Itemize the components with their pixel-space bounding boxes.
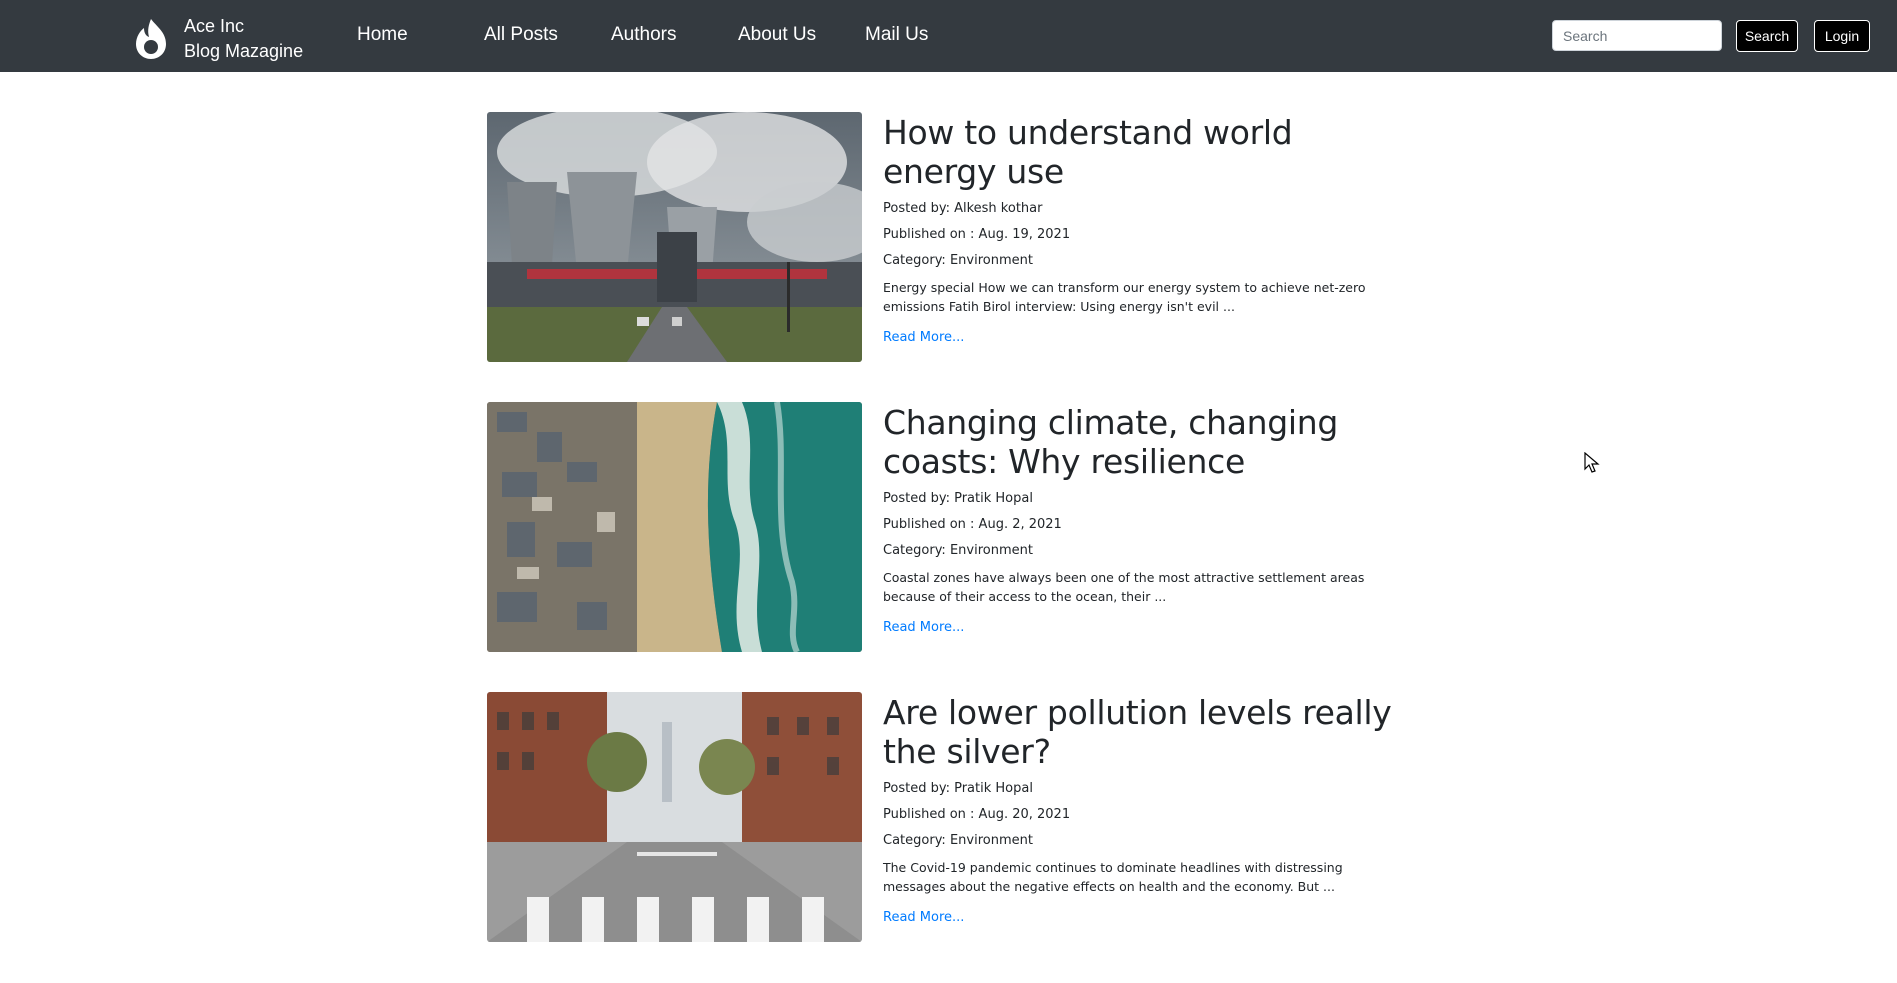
power-plant-image — [487, 112, 862, 362]
post-excerpt: Energy special How we can transform our … — [883, 280, 1366, 314]
nav-mail-us[interactable]: Mail Us — [865, 24, 928, 46]
post-excerpt: Coastal zones have always been one of th… — [883, 570, 1365, 604]
post-date: Published on : Aug. 19, 2021 — [883, 227, 1071, 242]
read-more-link[interactable]: Read More... — [883, 330, 964, 345]
post-thumbnail-coast[interactable] — [487, 402, 862, 652]
post-thumbnail-street[interactable] — [487, 692, 862, 942]
post-title[interactable]: How to understand world energy use — [883, 113, 1397, 191]
nav-authors[interactable]: Authors — [611, 24, 676, 46]
post-card: Are lower pollution levels really the si… — [487, 692, 1397, 942]
post-date: Published on : Aug. 20, 2021 — [883, 807, 1071, 822]
post-body: Changing climate, changing coasts: Why r… — [883, 402, 1397, 636]
mouse-cursor-icon — [1584, 452, 1600, 473]
brand-link[interactable]: Ace Inc Blog Mazagine — [132, 14, 303, 64]
post-author: Posted by: Alkesh kothar — [883, 201, 1043, 216]
post-category: Category: Environment — [883, 833, 1033, 848]
post-thumbnail-power-plant[interactable] — [487, 112, 862, 362]
post-author: Posted by: Pratik Hopal — [883, 491, 1033, 506]
post-title[interactable]: Are lower pollution levels really the si… — [883, 693, 1397, 771]
read-more-link[interactable]: Read More... — [883, 620, 964, 635]
top-navbar: Ace Inc Blog Mazagine Home All Posts Aut… — [0, 0, 1897, 72]
read-more-link[interactable]: Read More... — [883, 910, 964, 925]
post-excerpt: The Covid-19 pandemic continues to domin… — [883, 860, 1343, 894]
post-author: Posted by: Pratik Hopal — [883, 781, 1033, 796]
brand-line-2: Blog Mazagine — [184, 41, 304, 61]
post-category: Category: Environment — [883, 253, 1033, 268]
post-title[interactable]: Changing climate, changing coasts: Why r… — [883, 403, 1397, 481]
nav-about-us[interactable]: About Us — [738, 24, 816, 46]
coast-aerial-image — [487, 402, 862, 652]
post-card: Changing climate, changing coasts: Why r… — [487, 402, 1397, 652]
flame-logo-icon — [136, 19, 166, 59]
empty-street-image — [487, 692, 862, 942]
nav-home[interactable]: Home — [357, 24, 408, 46]
post-body: How to understand world energy use Poste… — [883, 112, 1397, 346]
brand-line-1: Ace Inc — [184, 16, 245, 36]
post-date: Published on : Aug. 2, 2021 — [883, 517, 1062, 532]
search-input[interactable] — [1552, 20, 1722, 51]
post-body: Are lower pollution levels really the si… — [883, 692, 1397, 926]
brand-name: Ace Inc Blog Mazagine — [184, 14, 303, 64]
search-button[interactable]: Search — [1736, 20, 1798, 52]
login-button[interactable]: Login — [1814, 20, 1870, 52]
nav-all-posts[interactable]: All Posts — [484, 24, 558, 46]
post-card: How to understand world energy use Poste… — [487, 112, 1397, 362]
post-category: Category: Environment — [883, 543, 1033, 558]
